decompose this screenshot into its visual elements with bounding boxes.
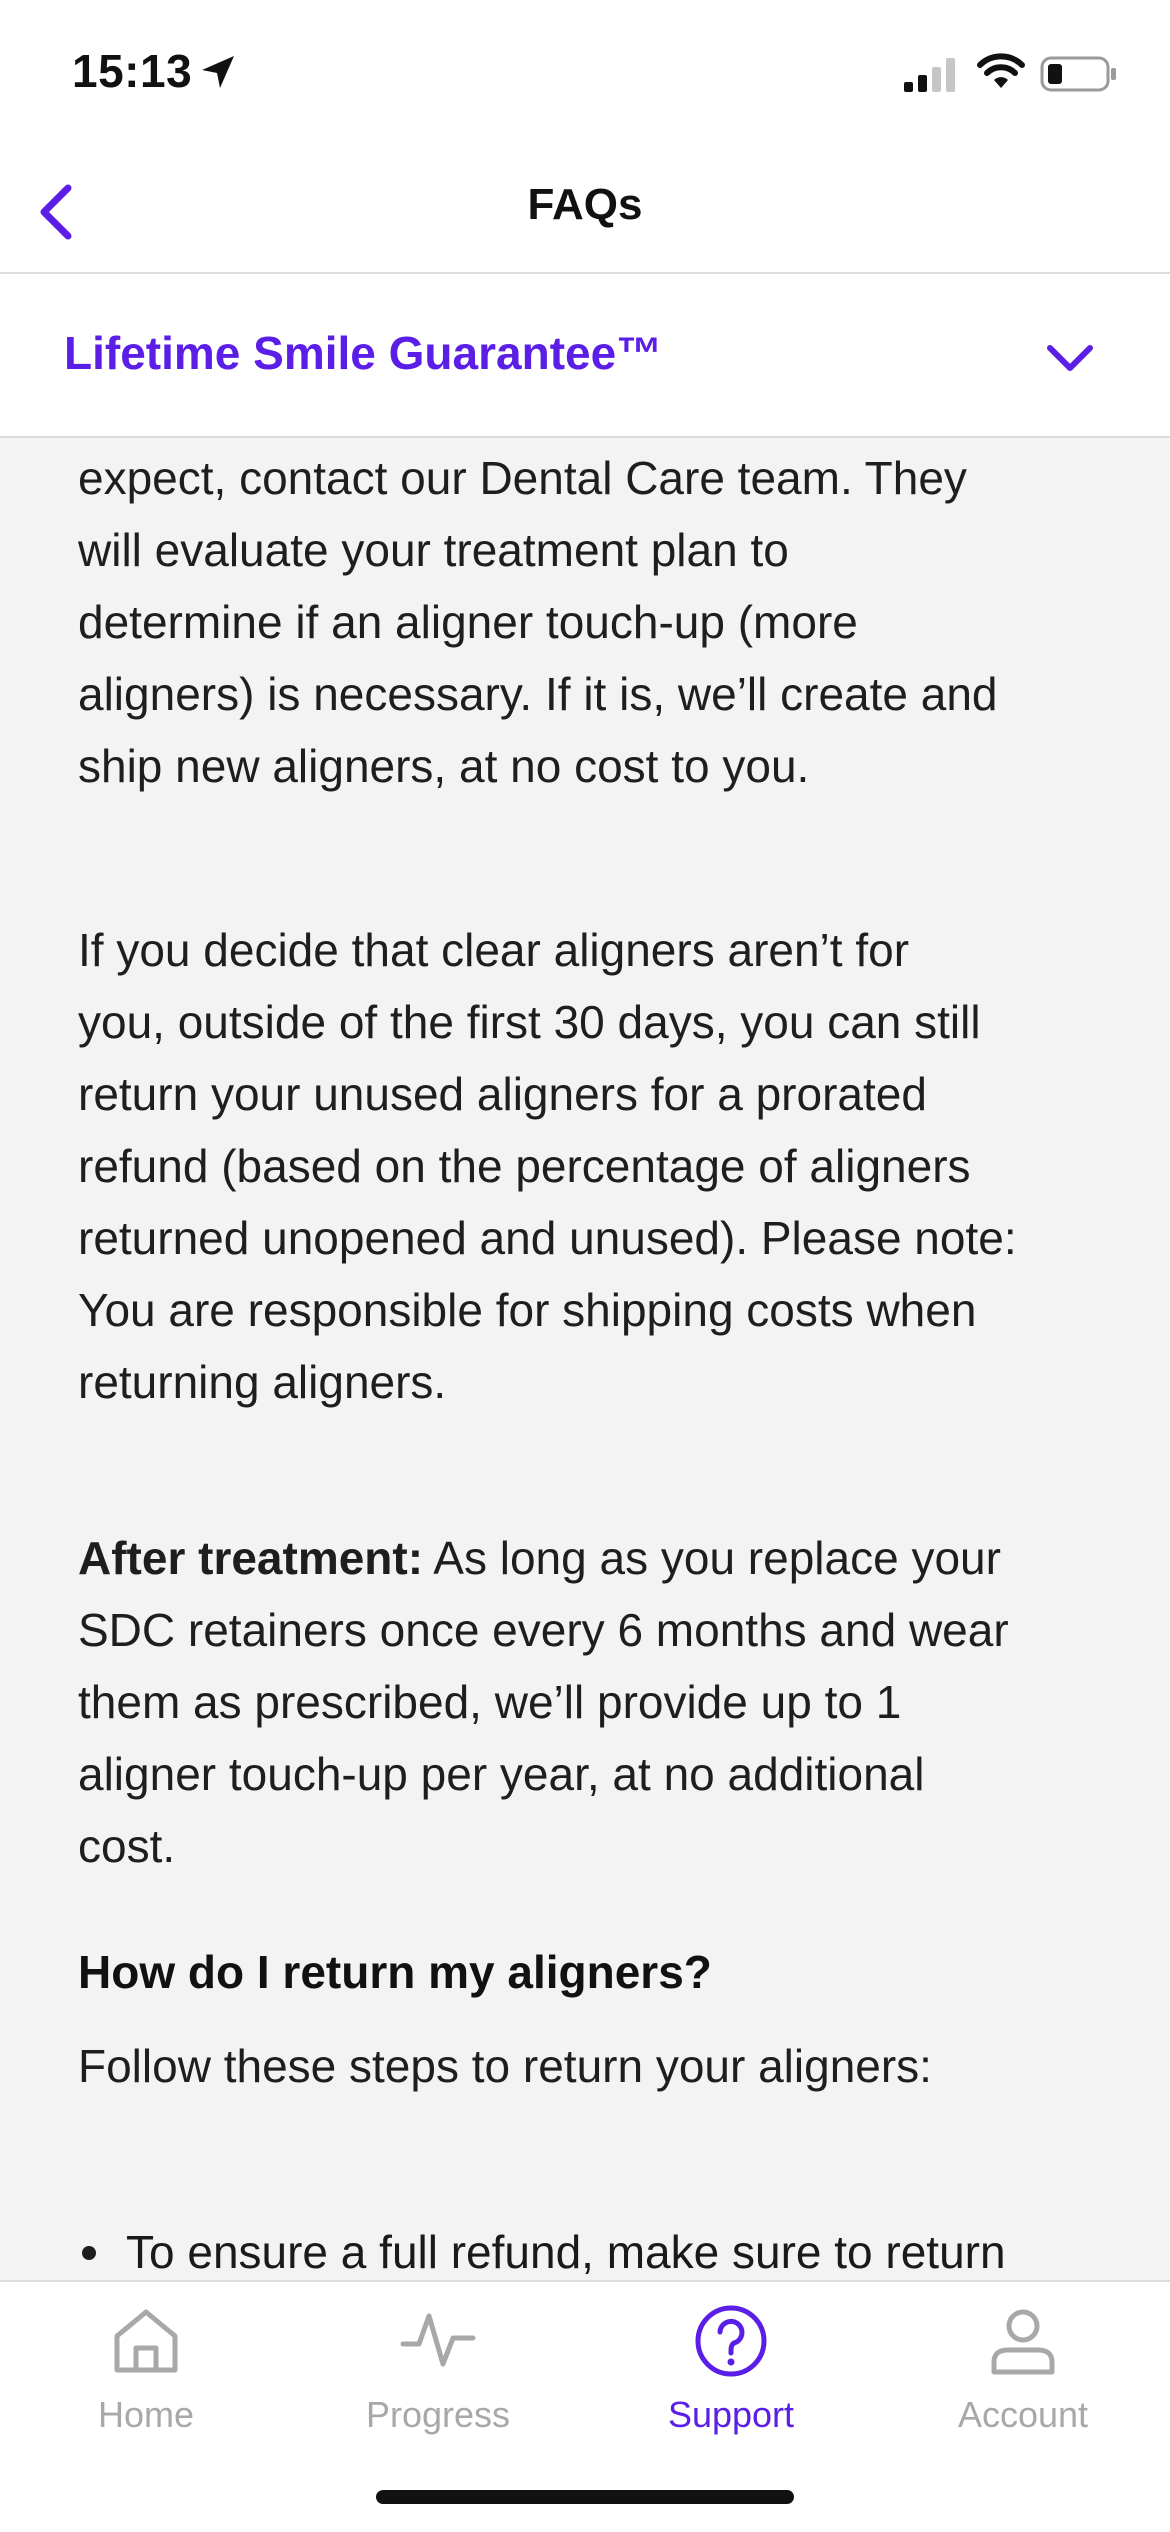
section-dropdown[interactable]: Lifetime Smile Guarantee™	[0, 276, 1170, 438]
question-icon	[695, 2305, 767, 2377]
paragraph-prorated-refund: If you decide that clear aligners aren’t…	[78, 914, 1098, 1418]
pulse-icon	[400, 2313, 476, 2367]
text-line: expect, contact our Dental Care team. Th…	[78, 452, 967, 504]
text-line: SDC retainers once every 6 months and we…	[78, 1604, 1009, 1656]
text-line: returning aligners.	[78, 1356, 447, 1408]
text-line: After treatment: As long as you replace …	[78, 1522, 1098, 1594]
text-line: return your unused aligners for a prorat…	[78, 1068, 927, 1120]
tab-label: Account	[957, 2394, 1089, 2435]
steps-intro: Follow these steps to return your aligne…	[78, 2040, 932, 2092]
tab-home[interactable]: Home	[0, 2302, 292, 2452]
paragraph-touch-up: expect, contact our Dental Care team. Th…	[78, 442, 1098, 802]
text-line: returned unopened and unused). Please no…	[78, 1212, 1017, 1264]
text-line: determine if an aligner touch-up (more	[78, 596, 858, 648]
tab-support[interactable]: Support	[585, 2302, 877, 2452]
section-title: Lifetime Smile Guarantee™	[64, 327, 663, 379]
tab-account[interactable]: Account	[877, 2302, 1169, 2452]
text-line: aligners) is necessary. If it is, we’ll …	[78, 668, 998, 720]
list-item: To ensure a full refund, make sure to re…	[78, 2216, 1098, 2282]
text-line: them as prescribed, we’ll provide up to …	[78, 1676, 902, 1728]
home-icon	[114, 2309, 178, 2373]
faq-content[interactable]: expect, contact our Dental Care team. Th…	[0, 440, 1170, 2282]
text-line: If you decide that clear aligners aren’t…	[78, 924, 910, 976]
tab-progress[interactable]: Progress	[292, 2302, 584, 2452]
person-icon	[991, 2309, 1055, 2375]
tab-label: Progress	[365, 2394, 511, 2435]
status-time: 15:13	[72, 45, 193, 97]
text-line: refund (based on the percentage of align…	[78, 1140, 971, 1192]
bullet-dot	[82, 2246, 96, 2260]
question-heading: How do I return my aligners?	[78, 1946, 712, 1998]
page-title: FAQs	[527, 180, 643, 229]
nav-header: FAQs	[0, 150, 1170, 274]
text-span: As long as you replace your	[423, 1532, 1001, 1584]
text-line: will evaluate your treatment plan to	[78, 524, 789, 576]
text-line: ship new aligners, at no cost to you.	[78, 740, 810, 792]
text-line: cost.	[78, 1820, 176, 1872]
status-bar: 15:13	[0, 0, 1170, 150]
paragraph-after-treatment: After treatment: As long as you replace …	[78, 1522, 1098, 1882]
text-line: you, outside of the first 30 days, you c…	[78, 996, 981, 1048]
text-line: You are responsible for shipping costs w…	[78, 1284, 977, 1336]
battery-icon	[1040, 56, 1116, 92]
after-treatment-label: After treatment:	[78, 1532, 424, 1584]
tab-label: Home	[97, 2394, 195, 2435]
wifi-icon	[977, 53, 1025, 88]
bullet-text: To ensure a full refund, make sure to re…	[126, 2226, 1006, 2278]
home-indicator	[376, 2490, 794, 2504]
chevron-down-icon	[1047, 345, 1093, 371]
location-arrow-icon	[202, 56, 234, 88]
app-screen: 15:13 FAQs Lifetime Smile Guarantee™ exp…	[0, 0, 1170, 2532]
cellular-signal-icon	[904, 58, 955, 92]
tab-label: Support	[667, 2394, 795, 2435]
text-line: aligner touch-up per year, at no additio…	[78, 1748, 925, 1800]
